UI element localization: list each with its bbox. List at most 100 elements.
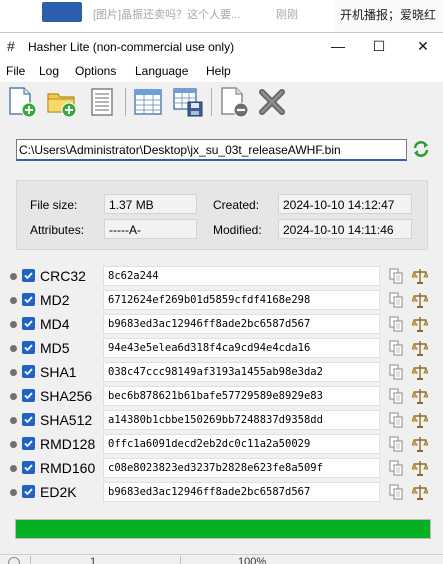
status-dot-icon bbox=[10, 273, 17, 280]
status-percent: 100% bbox=[238, 556, 267, 564]
copy-icon[interactable] bbox=[389, 484, 403, 500]
status-dot-icon bbox=[10, 321, 17, 328]
hash-value-field[interactable]: bec6b878621b61bafe57729589e8929e83 bbox=[103, 386, 380, 406]
hash-app-icon: # bbox=[7, 38, 15, 54]
hash-enable-checkbox[interactable] bbox=[22, 341, 35, 354]
compare-scale-icon[interactable] bbox=[411, 412, 429, 428]
compare-scale-icon[interactable] bbox=[411, 436, 429, 452]
window-title: Hasher Lite (non-commercial use only) bbox=[28, 40, 235, 54]
hash-name: MD2 bbox=[40, 292, 70, 308]
hash-value-field[interactable]: 6712624ef269b01d5859cfdf4168e298 bbox=[103, 290, 380, 310]
hash-value-field[interactable]: b9683ed3ac12946ff8ade2bc6587d567 bbox=[103, 482, 380, 502]
copy-icon[interactable] bbox=[389, 340, 403, 356]
menu-log[interactable]: Log bbox=[39, 64, 59, 78]
file-path-input[interactable]: C:\Users\Administrator\Desktop\jx_su_03t… bbox=[16, 139, 407, 161]
maximize-button[interactable]: ☐ bbox=[361, 33, 397, 60]
hash-enable-checkbox[interactable] bbox=[22, 365, 35, 378]
hash-row: SHA512 a14380b1cbbe150269bb7248837d9358dd bbox=[0, 410, 443, 432]
hash-row: SHA256 bec6b878621b61bafe57729589e8929e83 bbox=[0, 386, 443, 408]
hash-name: SHA512 bbox=[40, 412, 93, 428]
compare-scale-icon[interactable] bbox=[411, 388, 429, 404]
copy-icon[interactable] bbox=[389, 388, 403, 404]
hash-enable-checkbox[interactable] bbox=[22, 317, 35, 330]
menu-help[interactable]: Help bbox=[206, 64, 231, 78]
copy-icon[interactable] bbox=[389, 316, 403, 332]
hash-enable-checkbox[interactable] bbox=[22, 461, 35, 474]
status-dot-icon bbox=[10, 465, 17, 472]
status-separator bbox=[30, 556, 31, 564]
hash-value-field[interactable]: a14380b1cbbe150269bb7248837d9358dd bbox=[103, 410, 380, 430]
hasher-window: # Hasher Lite (non-commercial use only) … bbox=[0, 32, 443, 564]
compare-scale-icon[interactable] bbox=[411, 316, 429, 332]
add-folder-icon[interactable] bbox=[46, 86, 78, 118]
file-size-value: 1.37 MB bbox=[104, 194, 197, 214]
menu-options[interactable]: Options bbox=[75, 64, 116, 78]
refresh-icon[interactable] bbox=[412, 140, 430, 158]
hash-value-field[interactable]: 8c62a244 bbox=[103, 266, 380, 286]
background-app-strip: [图片]晶振还卖吗？这个人要... 刚刚 开机播报；爱晓红 bbox=[0, 0, 443, 32]
background-app-logo bbox=[42, 2, 82, 22]
hash-name: RMD160 bbox=[40, 460, 96, 476]
background-notification-text: [图片]晶振还卖吗？这个人要... bbox=[93, 9, 241, 21]
hash-enable-checkbox[interactable] bbox=[22, 413, 35, 426]
hash-row: SHA1 038c47ccc98149af3193a1455ab98e3da2 bbox=[0, 362, 443, 384]
hash-value-field[interactable]: b9683ed3ac12946ff8ade2bc6587d567 bbox=[103, 314, 380, 334]
compare-scale-icon[interactable] bbox=[411, 460, 429, 476]
file-size-label: File size: bbox=[30, 198, 78, 212]
hash-name: ED2K bbox=[40, 484, 77, 500]
menu-file[interactable]: File bbox=[6, 64, 25, 78]
title-bar[interactable]: # Hasher Lite (non-commercial use only) … bbox=[0, 33, 443, 60]
hash-enable-checkbox[interactable] bbox=[22, 437, 35, 450]
hash-name: CRC32 bbox=[40, 268, 86, 284]
toolbar bbox=[0, 82, 443, 122]
save-table-icon[interactable] bbox=[172, 86, 204, 118]
hash-value-field[interactable]: 94e43e5elea6d318f4ca9cd94e4cda16 bbox=[103, 338, 380, 358]
hash-enable-checkbox[interactable] bbox=[22, 293, 35, 306]
background-right-panel: 开机播报；爱晓红 bbox=[335, 0, 443, 32]
hash-value-field[interactable]: 0ffc1a6091decd2eb2dc0c11a2a50029 bbox=[103, 434, 380, 454]
hash-enable-checkbox[interactable] bbox=[22, 389, 35, 402]
background-notification-time: 刚刚 bbox=[276, 9, 298, 21]
compare-scale-icon[interactable] bbox=[411, 292, 429, 308]
status-dot-icon bbox=[10, 369, 17, 376]
close-button[interactable]: ✕ bbox=[405, 33, 441, 60]
hash-value-field[interactable]: 038c47ccc98149af3193a1455ab98e3da2 bbox=[103, 362, 380, 382]
copy-icon[interactable] bbox=[389, 364, 403, 380]
hash-name: MD5 bbox=[40, 340, 70, 356]
progress-fill bbox=[16, 520, 430, 538]
menu-language[interactable]: Language bbox=[135, 64, 188, 78]
copy-icon[interactable] bbox=[389, 412, 403, 428]
hash-row: MD5 94e43e5elea6d318f4ca9cd94e4cda16 bbox=[0, 338, 443, 360]
status-dot-icon bbox=[10, 489, 17, 496]
compare-scale-icon[interactable] bbox=[411, 364, 429, 380]
hash-enable-checkbox[interactable] bbox=[22, 485, 35, 498]
modified-label: Modified: bbox=[213, 223, 262, 237]
copy-icon[interactable] bbox=[389, 460, 403, 476]
hash-name: SHA1 bbox=[40, 364, 77, 380]
toolbar-separator bbox=[125, 88, 126, 116]
status-dot-icon bbox=[10, 345, 17, 352]
hash-row: MD2 6712624ef269b01d5859cfdf4168e298 bbox=[0, 290, 443, 312]
table-icon[interactable] bbox=[132, 86, 164, 118]
background-right-text: 开机播报；爱晓红 bbox=[340, 8, 437, 22]
remove-file-icon[interactable] bbox=[218, 86, 250, 118]
hash-row: MD4 b9683ed3ac12946ff8ade2bc6587d567 bbox=[0, 314, 443, 336]
copy-icon[interactable] bbox=[389, 268, 403, 284]
status-count: 1 bbox=[90, 556, 97, 564]
add-file-icon[interactable] bbox=[6, 86, 38, 118]
text-document-icon[interactable] bbox=[86, 86, 118, 118]
copy-icon[interactable] bbox=[389, 436, 403, 452]
copy-icon[interactable] bbox=[389, 292, 403, 308]
clear-x-icon[interactable] bbox=[256, 86, 288, 118]
hash-value-field[interactable]: c08e8023823ed3237b2828e623fe8a509f bbox=[103, 458, 380, 478]
status-gear-icon bbox=[8, 557, 20, 564]
compare-scale-icon[interactable] bbox=[411, 340, 429, 356]
created-label: Created: bbox=[213, 198, 260, 212]
compare-scale-icon[interactable] bbox=[411, 484, 429, 500]
hash-enable-checkbox[interactable] bbox=[22, 269, 35, 282]
modified-value: 2024-10-10 14:11:46 bbox=[278, 219, 412, 239]
hash-name: MD4 bbox=[40, 316, 70, 332]
compare-scale-icon[interactable] bbox=[411, 268, 429, 284]
minimize-button[interactable]: — bbox=[320, 33, 356, 60]
toolbar-separator bbox=[211, 88, 212, 116]
